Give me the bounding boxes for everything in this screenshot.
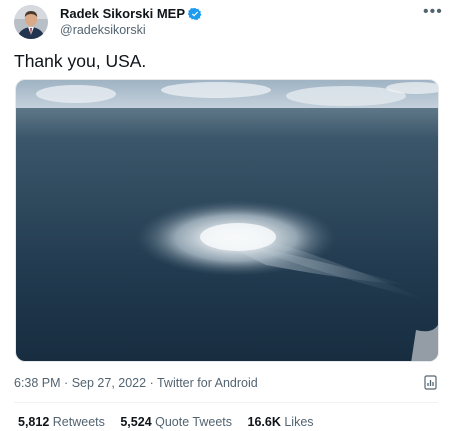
retweets-label: Retweets — [52, 415, 105, 429]
likes-count: 16.6K — [247, 415, 281, 429]
tweet-text: Thank you, USA. — [14, 51, 147, 71]
analytics-icon[interactable] — [424, 375, 438, 391]
tweet-time[interactable]: 6:38 PM — [14, 376, 61, 390]
author-handle[interactable]: @radeksikorski — [60, 23, 146, 37]
tweet-meta: 6:38 PM · Sep 27, 2022 · Twitter for And… — [14, 376, 258, 390]
verified-badge-icon — [188, 7, 202, 20]
quote-tweets-label: Quote Tweets — [155, 415, 233, 429]
sea-photo — [16, 80, 438, 361]
likes-label: Likes — [284, 415, 314, 429]
quote-tweets-count: 5,524 — [120, 415, 152, 429]
avatar[interactable] — [14, 5, 48, 39]
meta-separator-1: · — [64, 376, 69, 390]
retweets-count: 5,812 — [18, 415, 50, 429]
tweet-date[interactable]: Sep 27, 2022 — [72, 376, 146, 390]
divider — [14, 402, 438, 403]
author-display-name[interactable]: Radek Sikorski MEP — [60, 6, 185, 21]
author-name-row[interactable]: Radek Sikorski MEP — [60, 6, 202, 21]
quote-tweets-stat[interactable]: 5,524 Quote Tweets — [120, 415, 232, 429]
more-options-icon[interactable]: ••• — [423, 4, 443, 20]
tweet-source[interactable]: Twitter for Android — [157, 376, 258, 390]
retweets-stat[interactable]: 5,812 Retweets — [18, 415, 105, 429]
tweet-stats: 5,812 Retweets 5,524 Quote Tweets 16.6K … — [18, 415, 326, 429]
avatar-image — [14, 5, 48, 39]
meta-separator-2: · — [149, 376, 154, 390]
tweet-photo[interactable] — [15, 79, 439, 362]
likes-stat[interactable]: 16.6K Likes — [248, 415, 314, 429]
